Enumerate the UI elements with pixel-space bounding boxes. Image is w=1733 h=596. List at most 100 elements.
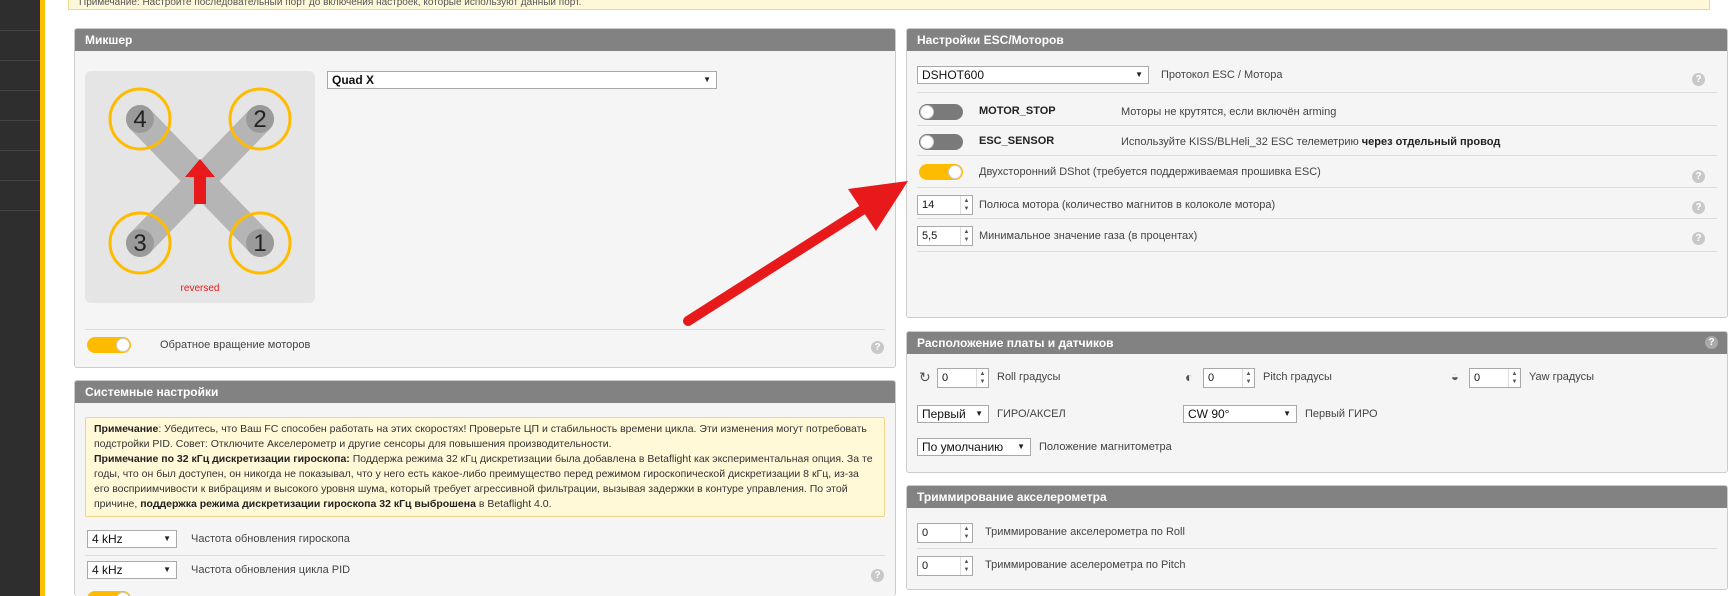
- board-pitch-label: Pitch градусы: [1263, 371, 1332, 383]
- help-icon[interactable]: ?: [1692, 73, 1705, 86]
- board-pitch-value: 0: [1208, 372, 1215, 384]
- stepper-icon[interactable]: ▲ ▼: [976, 369, 988, 387]
- gyro-align-label: Первый ГИРО: [1305, 408, 1378, 420]
- gyro-align-select[interactable]: CW 90° ▼: [1183, 405, 1297, 423]
- gyro-rate-label: Частота обновления гироскопа: [191, 533, 350, 545]
- motor-stop-desc: Моторы не крутятся, если включён arming: [1121, 106, 1337, 118]
- sidebar-divider: [0, 30, 40, 31]
- bidir-dshot-toggle[interactable]: [919, 164, 963, 180]
- esc-protocol-select[interactable]: DSHOT600 ▼: [917, 66, 1149, 84]
- mixer-preset-select[interactable]: Quad X ▼: [327, 71, 717, 89]
- system-note: Примечание: Убедитесь, что Ваш FC способ…: [85, 417, 885, 517]
- gyro-align-value: CW 90°: [1188, 407, 1230, 421]
- pid-rate-select[interactable]: 4 kHz ▼: [87, 561, 177, 579]
- board-yaw-input[interactable]: 0 ▲ ▼: [1469, 368, 1521, 388]
- divider: [917, 187, 1717, 188]
- divider: [917, 251, 1717, 252]
- chevron-down-icon: ▼: [163, 565, 171, 574]
- sidebar-divider: [0, 150, 40, 151]
- gyro-select-value: Первый: [922, 407, 966, 421]
- reversed-label: reversed: [181, 283, 220, 294]
- sidebar-divider: [0, 90, 40, 91]
- stepper-icon[interactable]: ▲ ▼: [960, 196, 972, 214]
- system-title: Системные настройки: [75, 381, 895, 403]
- stepper-icon[interactable]: ▲ ▼: [960, 227, 972, 245]
- board-yaw-label: Yaw градусы: [1529, 371, 1595, 383]
- stepper-icon[interactable]: ▲ ▼: [960, 557, 972, 575]
- note-emphasis: поддержка режима дискретизации гироскопа…: [140, 498, 476, 510]
- trim-panel: Триммирование акселерометра 0 ▲ ▼ Триммир…: [906, 485, 1728, 590]
- help-icon[interactable]: ?: [871, 569, 884, 582]
- mixer-diagram: 4 2 3 1 reversed: [85, 71, 315, 303]
- reverse-motors-label: Обратное вращение моторов: [160, 339, 311, 351]
- bidir-dshot-label: Двухсторонний DShot (требуется поддержив…: [979, 166, 1321, 178]
- esc-sensor-desc: Используйте KISS/BLHeli_32 ESC телеметри…: [1121, 136, 1500, 148]
- divider: [917, 125, 1717, 126]
- reverse-motors-toggle[interactable]: [87, 337, 131, 353]
- top-note-text: Примечание: Настройте последовательный п…: [79, 0, 582, 8]
- divider: [85, 555, 885, 556]
- stepper-icon[interactable]: ▲ ▼: [960, 524, 972, 542]
- board-pitch-input[interactable]: 0 ▲ ▼: [1203, 368, 1255, 388]
- board-panel: Расположение платы и датчиков ? ↻ 0 ▲ ▼ R…: [906, 331, 1728, 473]
- yaw-icon: ◒: [1451, 369, 1459, 384]
- motor-stop-name: MOTOR_STOP: [979, 105, 1056, 117]
- gyro-rate-value: 4 kHz: [92, 532, 123, 546]
- esc-protocol-value: DSHOT600: [922, 68, 985, 82]
- trim-roll-label: Триммирование акселерометра по Roll: [985, 526, 1185, 538]
- pid-rate-label: Частота обновления цикла PID: [191, 564, 351, 576]
- left-sidebar: [0, 0, 40, 596]
- chevron-down-icon: ▼: [975, 409, 983, 418]
- trim-pitch-input[interactable]: 0 ▲ ▼: [917, 556, 973, 576]
- divider: [917, 218, 1717, 219]
- help-icon[interactable]: ?: [871, 341, 884, 354]
- chevron-down-icon: ▼: [1283, 409, 1291, 418]
- board-title: Расположение платы и датчиков: [907, 332, 1727, 354]
- motor-3-label: 3: [133, 230, 146, 257]
- help-icon[interactable]: ?: [1705, 336, 1718, 349]
- motor-1-label: 1: [253, 230, 266, 257]
- mag-align-value: По умолчанию: [922, 440, 1004, 454]
- min-throttle-label: Минимальное значение газа (в процентах): [979, 230, 1198, 242]
- min-throttle-input[interactable]: 5,5 ▲ ▼: [917, 226, 973, 246]
- stepper-icon[interactable]: ▲ ▼: [1242, 369, 1254, 387]
- gyro-select[interactable]: Первый ▼: [917, 405, 989, 423]
- min-throttle-value: 5,5: [922, 230, 938, 242]
- mag-align-label: Положение магнитометра: [1039, 441, 1172, 453]
- top-note: Примечание: Настройте последовательный п…: [68, 0, 1710, 10]
- gyro-select-label: ГИРО/АКСЕЛ: [997, 408, 1066, 420]
- quad-x-diagram: 4 2 3 1 reversed: [108, 87, 292, 294]
- note-tail: в Betaflight 4.0.: [475, 498, 552, 510]
- help-icon[interactable]: ?: [1692, 170, 1705, 183]
- partial-toggle[interactable]: [87, 591, 131, 596]
- gyro-rate-select[interactable]: 4 kHz ▼: [87, 530, 177, 548]
- board-roll-input[interactable]: 0 ▲ ▼: [937, 368, 989, 388]
- esc-sensor-toggle[interactable]: [919, 134, 963, 150]
- note-heading: Примечание: [94, 423, 159, 435]
- esc-sensor-desc-bold: через отдельный провод: [1361, 136, 1501, 148]
- esc-sensor-desc-text: Используйте KISS/BLHeli_32 ESC телеметри…: [1121, 136, 1362, 148]
- board-roll-value: 0: [942, 372, 949, 384]
- board-yaw-value: 0: [1474, 372, 1481, 384]
- motor-poles-label: Полюса мотора (количество магнитов в кол…: [979, 199, 1276, 211]
- divider: [917, 92, 1717, 93]
- motor-2-label: 2: [253, 106, 266, 133]
- mag-align-select[interactable]: По умолчанию ▼: [917, 438, 1031, 456]
- mixer-preset-value: Quad X: [332, 73, 375, 87]
- sidebar-divider: [0, 210, 40, 211]
- trim-roll-input[interactable]: 0 ▲ ▼: [917, 523, 973, 543]
- help-icon[interactable]: ?: [1692, 232, 1705, 245]
- pitch-icon: ◐: [1185, 369, 1194, 385]
- divider: [917, 155, 1717, 156]
- board-roll-label: Roll градусы: [997, 371, 1061, 383]
- mixer-title: Микшер: [75, 29, 895, 51]
- trim-roll-value: 0: [922, 527, 929, 539]
- esc-sensor-name: ESC_SENSOR: [979, 135, 1055, 147]
- sidebar-divider: [0, 120, 40, 121]
- stepper-icon[interactable]: ▲ ▼: [1508, 369, 1520, 387]
- divider: [917, 548, 1717, 549]
- motor-poles-input[interactable]: 14 ▲ ▼: [917, 195, 973, 215]
- trim-pitch-label: Триммирование аселерометра по Pitch: [985, 559, 1186, 571]
- help-icon[interactable]: ?: [1692, 201, 1705, 214]
- motor-stop-toggle[interactable]: [919, 104, 963, 120]
